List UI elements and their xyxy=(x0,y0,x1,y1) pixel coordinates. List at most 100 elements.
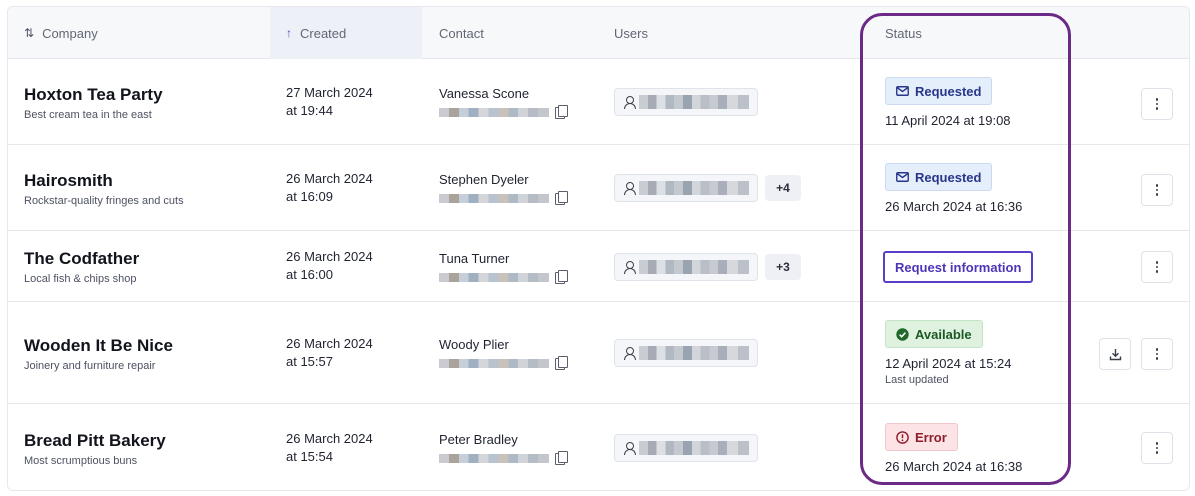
status-date: 26 March 2024 at 16:38 xyxy=(885,459,1023,474)
column-label-status: Status xyxy=(885,25,922,41)
kebab-menu-icon xyxy=(1155,184,1159,196)
user-icon xyxy=(623,182,636,195)
company-description: Best cream tea in the east xyxy=(24,109,152,121)
more-users-badge[interactable]: +4 xyxy=(765,175,801,201)
status-date: 26 March 2024 at 16:36 xyxy=(885,199,1023,214)
more-options-button[interactable] xyxy=(1141,251,1173,283)
column-label-company: Company xyxy=(42,25,98,41)
copy-icon[interactable] xyxy=(555,105,568,120)
company-description: Most scrumptious buns xyxy=(24,455,138,467)
sort-both-icon: ⇅ xyxy=(24,26,35,40)
more-options-button[interactable] xyxy=(1141,174,1173,206)
created-time: at 19:44 xyxy=(286,103,333,118)
redacted-contact-email xyxy=(439,273,549,283)
status-label: Requested xyxy=(915,83,982,99)
column-header-users: Users xyxy=(614,7,764,59)
redacted-user-name xyxy=(639,260,749,274)
column-label-contact: Contact xyxy=(439,25,484,41)
status-label: Available xyxy=(915,326,972,342)
contact-name: Vanessa Scone xyxy=(439,86,530,101)
column-header-status: Status xyxy=(885,7,1035,59)
company-description: Rockstar-quality fringes and cuts xyxy=(24,195,184,207)
company-name: Bread Pitt Bakery xyxy=(24,431,166,450)
more-options-button[interactable] xyxy=(1141,88,1173,120)
sort-ascending-icon: ↑ xyxy=(286,26,292,40)
more-options-button[interactable] xyxy=(1141,432,1173,464)
contact-name: Tuna Turner xyxy=(439,251,510,266)
more-users-badge[interactable]: +3 xyxy=(765,254,801,280)
created-date: 26 March 2024 xyxy=(286,249,373,264)
user-icon xyxy=(623,261,636,274)
column-header-contact: Contact xyxy=(439,7,589,59)
user-chip[interactable] xyxy=(614,253,758,281)
created-time: at 16:00 xyxy=(286,267,333,282)
company-name: Hoxton Tea Party xyxy=(24,85,163,104)
column-header-created[interactable]: ↑ Created xyxy=(270,7,422,59)
redacted-user-name xyxy=(639,346,749,360)
user-icon xyxy=(623,347,636,360)
table-row[interactable]: Hairosmith Rockstar-quality fringes and … xyxy=(8,145,1189,231)
created-date: 26 March 2024 xyxy=(286,336,373,351)
created-date: 26 March 2024 xyxy=(286,431,373,446)
copy-icon[interactable] xyxy=(555,356,568,371)
company-name: Wooden It Be Nice xyxy=(24,336,173,355)
status-badge: Error xyxy=(885,423,958,451)
redacted-contact-email xyxy=(439,108,549,118)
contact-name: Woody Plier xyxy=(439,337,509,352)
copy-icon[interactable] xyxy=(555,270,568,285)
more-options-button[interactable] xyxy=(1141,338,1173,370)
status-label: Error xyxy=(915,429,947,445)
redacted-user-name xyxy=(639,95,749,109)
redacted-user-name xyxy=(639,441,749,455)
download-icon xyxy=(1109,348,1121,360)
created-time: at 15:57 xyxy=(286,354,333,369)
table-row[interactable]: Hoxton Tea Party Best cream tea in the e… xyxy=(8,59,1189,145)
status-label: Requested xyxy=(915,169,982,185)
request-information-button[interactable]: Request information xyxy=(883,251,1034,283)
contact-name: Stephen Dyeler xyxy=(439,172,529,187)
company-name: Hairosmith xyxy=(24,171,113,190)
status-date: 12 April 2024 at 15:24 xyxy=(885,356,1012,371)
redacted-contact-email xyxy=(439,194,549,204)
redacted-contact-email xyxy=(439,359,549,369)
company-name: The Codfather xyxy=(24,249,140,268)
user-icon xyxy=(623,96,636,109)
user-chip[interactable] xyxy=(614,174,758,202)
redacted-user-name xyxy=(639,181,749,195)
user-icon xyxy=(623,442,636,455)
copy-icon[interactable] xyxy=(555,191,568,206)
created-date: 27 March 2024 xyxy=(286,85,373,100)
table-row[interactable]: The Codfather Local fish & chips shop 26… xyxy=(8,231,1189,302)
column-label-created: Created xyxy=(300,25,347,41)
redacted-contact-email xyxy=(439,454,549,464)
contact-name: Peter Bradley xyxy=(439,432,518,447)
check-circle-icon xyxy=(896,327,909,341)
kebab-menu-icon xyxy=(1155,261,1159,273)
status-badge: Requested xyxy=(885,77,993,105)
status-subtext: Last updated xyxy=(885,374,949,386)
user-chip[interactable] xyxy=(614,88,758,116)
created-time: at 15:54 xyxy=(286,449,333,464)
download-button[interactable] xyxy=(1099,338,1131,370)
kebab-menu-icon xyxy=(1155,442,1159,454)
created-date: 26 March 2024 xyxy=(286,171,373,186)
user-chip[interactable] xyxy=(614,339,758,367)
status-date: 11 April 2024 at 19:08 xyxy=(885,113,1011,128)
kebab-menu-icon xyxy=(1155,348,1159,360)
column-label-users: Users xyxy=(614,25,648,41)
status-badge: Available xyxy=(885,320,983,348)
table-row[interactable]: Bread Pitt Bakery Most scrumptious buns … xyxy=(8,404,1189,490)
table-row[interactable]: Wooden It Be Nice Joinery and furniture … xyxy=(8,302,1189,404)
alert-circle-icon xyxy=(896,430,909,444)
table-header: ⇅ Company ↑ Created Contact Users Status xyxy=(8,7,1189,59)
kebab-menu-icon xyxy=(1155,98,1159,110)
company-description: Local fish & chips shop xyxy=(24,273,137,285)
user-chip[interactable] xyxy=(614,434,758,462)
company-description: Joinery and furniture repair xyxy=(24,360,156,372)
envelope-icon xyxy=(896,172,909,182)
column-header-company[interactable]: ⇅ Company xyxy=(24,7,264,59)
created-time: at 16:09 xyxy=(286,189,333,204)
copy-icon[interactable] xyxy=(555,451,568,466)
companies-table: ⇅ Company ↑ Created Contact Users Status… xyxy=(7,6,1190,491)
envelope-icon xyxy=(896,86,909,96)
